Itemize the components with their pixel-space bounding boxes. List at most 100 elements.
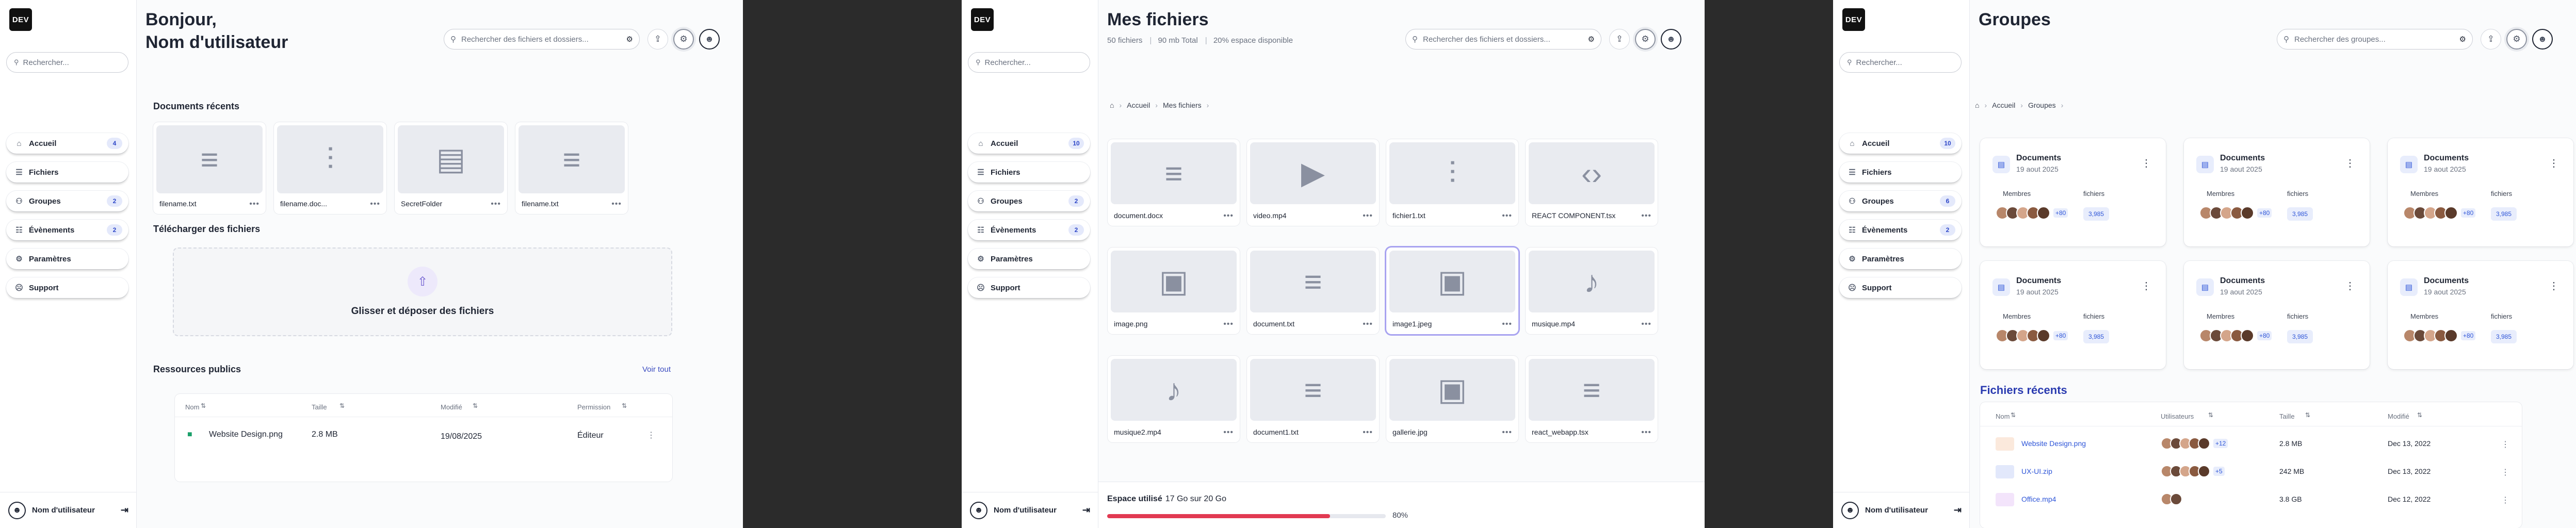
sort-icon[interactable]: ⇅ [622, 402, 627, 409]
file-card[interactable]: ▣ gallerie.jpg ••• [1386, 356, 1518, 442]
group-card[interactable]: ▤ Documents 19 aout 2025 ⋮ Membres fichiers +8… [2388, 138, 2573, 246]
sort-icon[interactable]: ⇅ [2305, 411, 2310, 419]
more-icon[interactable]: ••• [1363, 211, 1373, 221]
more-icon[interactable]: ••• [1223, 428, 1234, 437]
gear-icon[interactable]: ⚙ [673, 29, 694, 50]
account-icon[interactable]: ☻ [2532, 29, 2553, 50]
more-vertical-icon[interactable]: ⋮ [647, 430, 655, 440]
upload-icon[interactable]: ⇪ [2481, 29, 2501, 50]
gear-icon[interactable]: ⚙ [2506, 29, 2527, 50]
group-card[interactable]: ▤ Documents 19 aout 2025 ⋮ Membres fichiers +8… [1980, 261, 2166, 369]
file-card[interactable]: ‹› REACT COMPONENT.tsx ••• [1526, 139, 1658, 226]
sidebar-search-input[interactable]: ⚲ Rechercher... [6, 52, 128, 73]
breadcrumb-item[interactable]: Mes fichiers [1163, 101, 1202, 109]
more-icon[interactable]: ••• [1363, 428, 1373, 437]
sidebar-item-3[interactable]: ☷ Évènements 2 [968, 220, 1090, 240]
sidebar-item-5[interactable]: ☹ Support [6, 277, 128, 298]
more-icon[interactable]: ••• [491, 200, 501, 209]
sort-icon[interactable]: ⇅ [2417, 411, 2422, 419]
user-icon[interactable]: ☻ [8, 501, 26, 519]
file-search-input[interactable]: ⚲ Rechercher des fichiers et dossiers...… [444, 29, 640, 50]
more-vertical-icon[interactable]: ⋮ [2501, 467, 2509, 477]
sidebar-item-0[interactable]: ⌂ Accueil 10 [1839, 133, 1962, 154]
sort-icon[interactable]: ⇅ [473, 402, 478, 409]
breadcrumb-item[interactable]: Accueil [1127, 101, 1150, 109]
dropzone[interactable]: ⇧ Glisser et déposer des fichiers [173, 248, 672, 336]
more-icon[interactable]: ••• [1223, 211, 1234, 221]
row-name[interactable]: Website Design.png [2021, 439, 2086, 448]
account-icon[interactable]: ☻ [699, 29, 720, 50]
more-icon[interactable]: ••• [249, 200, 260, 209]
more-icon[interactable]: ••• [611, 200, 622, 209]
sidebar-search-input[interactable]: ⚲ Rechercher... [968, 52, 1090, 73]
sidebar-item-4[interactable]: ⚙ Paramètres [1839, 249, 1962, 269]
more-icon[interactable]: ••• [1363, 320, 1373, 329]
file-card[interactable]: ▣ image1.jpeg ••• [1386, 248, 1518, 334]
more-icon[interactable]: ••• [1502, 211, 1512, 221]
home-icon[interactable]: ⌂ [1110, 101, 1114, 109]
file-card[interactable]: ⫶ fichier1.txt ••• [1386, 139, 1518, 226]
recent-doc-card[interactable]: ≡ filename.txt ••• [153, 122, 266, 214]
file-card[interactable]: ≡ document.docx ••• [1108, 139, 1240, 226]
more-vertical-icon[interactable]: ⋮ [2501, 495, 2509, 505]
sort-icon[interactable]: ⇅ [339, 402, 345, 409]
more-icon[interactable]: ••• [1641, 428, 1651, 437]
sidebar-item-0[interactable]: ⌂ Accueil 10 [968, 133, 1090, 154]
sidebar-item-1[interactable]: ☰ Fichiers [6, 162, 128, 183]
breadcrumb-item[interactable]: Accueil [1992, 101, 2015, 109]
sidebar-item-2[interactable]: ⚇ Groupes 2 [968, 191, 1090, 211]
logout-icon[interactable]: ⇥ [1082, 505, 1090, 516]
group-search-input[interactable]: ⚲ Rechercher des groupes... ⚙︎ [2277, 29, 2473, 50]
column-header[interactable]: Permission [577, 403, 610, 411]
sidebar-item-5[interactable]: ☹ Support [968, 277, 1090, 298]
sidebar-search-input[interactable]: ⚲ Rechercher... [1839, 52, 1962, 73]
sort-icon[interactable]: ⇅ [201, 402, 206, 409]
more-vertical-icon[interactable]: ⋮ [2141, 157, 2151, 170]
logout-icon[interactable]: ⇥ [121, 505, 128, 516]
sidebar-item-3[interactable]: ☷ Évènements 2 [6, 220, 128, 240]
column-header[interactable]: Modifié [2388, 412, 2409, 420]
user-icon[interactable]: ☻ [1841, 501, 1859, 519]
file-card[interactable]: ▶ video.mp4 ••• [1247, 139, 1379, 226]
more-icon[interactable]: ••• [1223, 320, 1234, 329]
sidebar-item-2[interactable]: ⚇ Groupes 6 [1839, 191, 1962, 211]
row-name[interactable]: UX-UI.zip [2021, 467, 2052, 475]
recent-doc-card[interactable]: ⫶ filename.doc... ••• [274, 122, 386, 214]
logout-icon[interactable]: ⇥ [1954, 505, 1962, 516]
sidebar-item-0[interactable]: ⌂ Accueil 4 [6, 133, 128, 154]
file-card[interactable]: ▣ image.png ••• [1108, 248, 1240, 334]
group-card[interactable]: ▤ Documents 19 aout 2025 ⋮ Membres fichiers +8… [2388, 261, 2573, 369]
recent-doc-card[interactable]: ≡ filename.txt ••• [515, 122, 628, 214]
upload-icon[interactable]: ⇪ [1609, 29, 1630, 50]
more-vertical-icon[interactable]: ⋮ [2345, 279, 2355, 292]
more-icon[interactable]: ••• [1502, 320, 1512, 329]
more-vertical-icon[interactable]: ⋮ [2549, 279, 2559, 292]
file-card[interactable]: ≡ document1.txt ••• [1247, 356, 1379, 442]
sort-icon[interactable]: ⇅ [2011, 411, 2016, 419]
column-header[interactable]: Taille [312, 403, 327, 411]
group-card[interactable]: ▤ Documents 19 aout 2025 ⋮ Membres fichiers +8… [1980, 138, 2166, 246]
sidebar-item-5[interactable]: ☹ Support [1839, 277, 1962, 298]
group-card[interactable]: ▤ Documents 19 aout 2025 ⋮ Membres fichiers +8… [2184, 261, 2370, 369]
gear-icon[interactable]: ⚙ [1635, 29, 1656, 50]
home-icon[interactable]: ⌂ [1975, 101, 1979, 109]
row-name[interactable]: Website Design.png [209, 430, 283, 439]
group-card[interactable]: ▤ Documents 19 aout 2025 ⋮ Membres fichiers +8… [2184, 138, 2370, 246]
file-card[interactable]: ♪ musique2.mp4 ••• [1108, 356, 1240, 442]
row-name[interactable]: Office.mp4 [2021, 495, 2056, 503]
breadcrumb-item[interactable]: Groupes [2028, 101, 2056, 109]
filter-icon[interactable]: ⚙︎ [626, 35, 633, 44]
file-card[interactable]: ≡ react_webapp.tsx ••• [1526, 356, 1658, 442]
column-header[interactable]: Nom [1996, 412, 2010, 420]
user-icon[interactable]: ☻ [970, 501, 987, 519]
sort-icon[interactable]: ⇅ [2208, 411, 2213, 419]
more-vertical-icon[interactable]: ⋮ [2345, 157, 2355, 170]
file-search-input[interactable]: ⚲ Rechercher des fichiers et dossiers...… [1405, 29, 1601, 50]
more-icon[interactable]: ••• [370, 200, 380, 209]
file-card[interactable]: ≡ document.txt ••• [1247, 248, 1379, 334]
sidebar-item-1[interactable]: ☰ Fichiers [968, 162, 1090, 183]
sidebar-item-1[interactable]: ☰ Fichiers [1839, 162, 1962, 183]
more-icon[interactable]: ••• [1502, 428, 1512, 437]
account-icon[interactable]: ☻ [1661, 29, 1681, 50]
more-icon[interactable]: ••• [1641, 320, 1651, 329]
